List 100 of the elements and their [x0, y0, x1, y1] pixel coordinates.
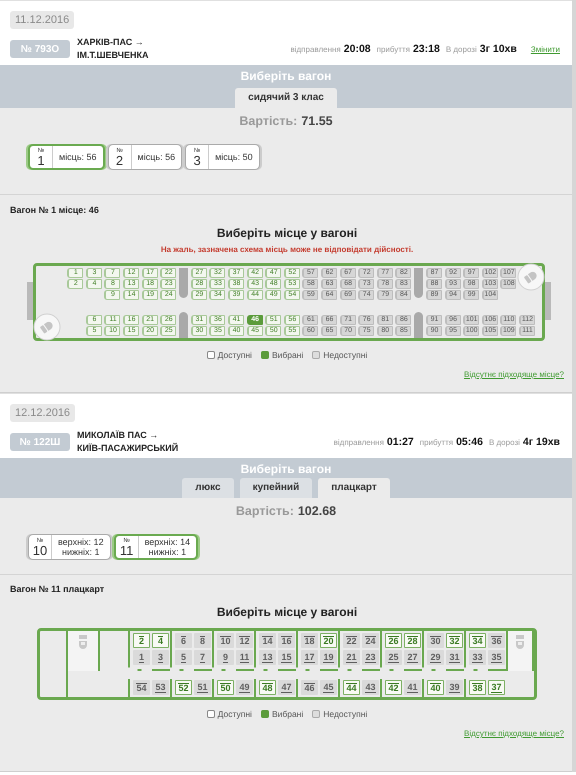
price-label: Вартість:: [239, 114, 298, 128]
class-tab[interactable]: сидячий 3 клас: [235, 88, 337, 108]
time-label: відправлення: [290, 45, 341, 54]
legend-swatch: [260, 351, 269, 359]
berth[interactable]: 30: [427, 633, 444, 648]
legend-label: Доступні: [218, 709, 252, 719]
toilet-icon: [78, 635, 88, 651]
berth[interactable]: 11: [236, 650, 253, 665]
berth[interactable]: 42: [385, 680, 402, 695]
legend-swatch: [312, 710, 320, 718]
route-text: ХАРКІВ-ПАС → ІМ.Т.ШЕВЧЕНКА: [77, 36, 149, 62]
berth[interactable]: 2: [133, 633, 150, 648]
berth[interactable]: 17: [301, 650, 318, 665]
berth[interactable]: 43: [362, 680, 379, 695]
class-tab[interactable]: плацкарт: [318, 478, 390, 498]
berth[interactable]: 32: [446, 633, 463, 648]
berth[interactable]: 38: [469, 680, 486, 695]
time-label: прибуття: [420, 438, 454, 447]
berth[interactable]: 34: [469, 633, 486, 648]
price-value: 71.55: [301, 114, 333, 128]
berth[interactable]: 48: [259, 680, 276, 695]
berth[interactable]: 22: [343, 633, 360, 648]
berth[interactable]: 26: [385, 633, 402, 648]
berth[interactable]: 12: [236, 633, 253, 648]
toilet-icon: [515, 635, 525, 651]
berth[interactable]: 1: [133, 650, 150, 665]
berth[interactable]: 45: [320, 680, 337, 695]
berth[interactable]: 25: [385, 650, 402, 665]
change-link[interactable]: Змінити: [530, 45, 560, 54]
date-label: 12.12.2016: [10, 404, 76, 422]
berth[interactable]: 54: [133, 680, 150, 695]
time-value: 01:27: [386, 436, 414, 448]
berth[interactable]: 16: [278, 633, 295, 648]
berth[interactable]: 47: [278, 680, 295, 695]
time-label: В дорозі: [446, 45, 477, 54]
time-value: 20:08: [344, 43, 371, 55]
berth[interactable]: 33: [469, 650, 486, 665]
no-seat-link[interactable]: Відсутнє підходяще місце?: [464, 370, 564, 379]
berth[interactable]: 41: [404, 680, 421, 695]
legend-swatch: [260, 710, 269, 718]
berth[interactable]: 35: [488, 650, 505, 665]
berth[interactable]: 20: [320, 633, 337, 648]
carriage-end: [27, 282, 33, 320]
berth[interactable]: 39: [446, 680, 463, 695]
time-label: відправлення: [334, 438, 384, 447]
seat-heading: Виберіть місце у вагоні: [216, 605, 358, 619]
route-text: МИКОЛАЇВ ПАС → КИЇВ-ПАСАЖИРСЬКИЙ: [77, 429, 178, 455]
berth[interactable]: 4: [152, 633, 169, 648]
berth[interactable]: 37: [488, 680, 505, 695]
berth[interactable]: 5: [175, 650, 192, 665]
time-value: 4г 19хв: [522, 436, 560, 448]
pillar: [179, 268, 188, 298]
berth[interactable]: 36: [488, 633, 505, 648]
berth[interactable]: 52: [175, 680, 192, 695]
pillar: [414, 268, 424, 298]
date-label: 11.12.2016: [10, 11, 74, 29]
time-value: 05:46: [456, 436, 483, 448]
berth[interactable]: 6: [175, 633, 192, 648]
berth[interactable]: 24: [362, 633, 379, 648]
price-value: 102.68: [298, 504, 336, 518]
berth[interactable]: 49: [236, 680, 253, 695]
berth[interactable]: 44: [343, 680, 360, 695]
class-tab[interactable]: люкс: [182, 478, 234, 498]
berth[interactable]: 27: [404, 650, 421, 665]
berth[interactable]: 9: [217, 650, 234, 665]
legend-label: Недоступні: [323, 709, 368, 719]
berth[interactable]: 28: [404, 633, 421, 648]
legend-label: Недоступні: [323, 350, 368, 360]
wagon-title: Вагон № 1 місце: 46: [10, 205, 100, 215]
berth[interactable]: 23: [362, 650, 379, 665]
legend-label: Вибрані: [272, 709, 304, 719]
berth[interactable]: 18: [301, 633, 318, 648]
berth[interactable]: 40: [427, 680, 444, 695]
section-title: Виберіть вагон: [240, 69, 332, 83]
berth[interactable]: 14: [259, 633, 276, 648]
berth[interactable]: 46: [301, 680, 318, 695]
section-title: Виберіть вагон: [240, 462, 332, 476]
pillar: [179, 312, 188, 338]
class-tab[interactable]: купейний: [240, 478, 312, 498]
time-label: прибуття: [376, 45, 410, 54]
seat-heading: Виберіть місце у вагоні: [216, 226, 358, 240]
berth[interactable]: 50: [217, 680, 234, 695]
berth[interactable]: 10: [217, 633, 234, 648]
berth[interactable]: 29: [427, 650, 444, 665]
berth[interactable]: 15: [278, 650, 295, 665]
legend-swatch: [312, 351, 320, 359]
berth[interactable]: 51: [194, 680, 211, 695]
berth[interactable]: 8: [194, 633, 211, 648]
pillar: [414, 312, 424, 338]
berth[interactable]: 21: [343, 650, 360, 665]
berth[interactable]: 13: [259, 650, 276, 665]
berth[interactable]: 7: [194, 650, 211, 665]
time-label: В дорозі: [488, 438, 520, 447]
berth[interactable]: 31: [446, 650, 463, 665]
time-value: 23:18: [412, 43, 440, 55]
no-seat-link[interactable]: Відсутнє підходяще місце?: [464, 729, 564, 738]
berth[interactable]: 53: [152, 680, 169, 695]
berth[interactable]: 19: [320, 650, 337, 665]
price-label: Вартість:: [236, 504, 294, 518]
berth[interactable]: 3: [152, 650, 169, 665]
